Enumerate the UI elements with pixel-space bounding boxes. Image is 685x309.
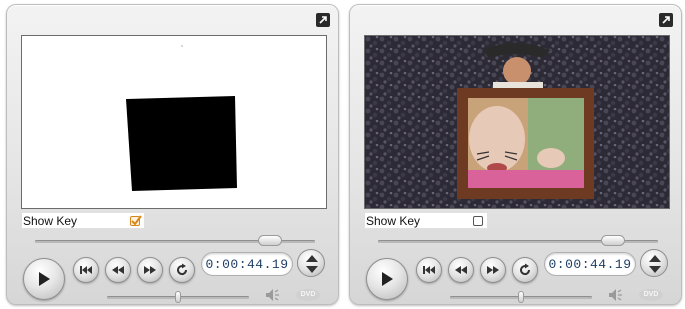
go-to-start-button[interactable] [73,257,99,283]
jog-button[interactable] [297,249,325,277]
volume-thumb[interactable] [175,291,181,303]
show-key-label: Show Key [366,213,421,228]
rewind-button[interactable] [448,257,474,283]
key-mask-preview [126,45,237,191]
volume-slider[interactable] [107,291,249,303]
video-frame-image [365,36,669,208]
loop-button[interactable] [512,257,538,283]
skip-to-start-icon [423,266,435,274]
play-icon [39,272,50,286]
show-key-checkbox[interactable] [130,214,142,226]
skip-to-start-icon [80,266,92,274]
expand-icon[interactable] [659,13,673,27]
preview-screen [364,35,670,209]
play-button[interactable] [366,258,408,300]
player-right: Show Key 0:00:44.19 DVD [349,4,682,305]
up-down-arrows-icon [649,255,661,273]
show-key-label: Show Key [23,213,78,228]
preview-screen [21,35,327,209]
dvd-badge: DVD [296,289,320,301]
show-key-control[interactable]: Show Key [364,212,488,229]
rewind-button[interactable] [105,257,131,283]
show-key-control[interactable]: Show Key [21,212,145,229]
loop-button[interactable] [169,257,195,283]
speaker-icon[interactable] [265,288,281,307]
rewind-icon [455,266,467,274]
fast-forward-button[interactable] [137,257,163,283]
rewind-icon [112,266,124,274]
show-key-checkbox[interactable] [473,215,483,226]
fast-forward-icon [487,266,499,274]
timecode-display[interactable]: 0:00:44.19 [201,252,293,276]
dvd-badge: DVD [639,289,663,301]
go-to-start-button[interactable] [416,257,442,283]
loop-icon [177,263,188,276]
checkmark-icon [131,214,142,226]
volume-thumb[interactable] [518,291,524,303]
up-down-arrows-icon [306,255,318,273]
scrubber-track[interactable] [35,235,315,246]
volume-slider[interactable] [450,291,592,303]
scrubber-track[interactable] [378,235,658,246]
loop-icon [520,263,531,276]
timecode-display[interactable]: 0:00:44.19 [544,252,636,276]
fast-forward-button[interactable] [480,257,506,283]
scrubber-thumb[interactable] [601,235,626,246]
player-left: Show Key 0:00:44.19 DVD [6,4,339,305]
jog-button[interactable] [640,249,668,277]
speaker-icon[interactable] [608,288,624,307]
scrubber-thumb[interactable] [258,235,283,246]
play-icon [382,272,393,286]
play-button[interactable] [23,258,65,300]
expand-icon[interactable] [316,13,330,27]
fast-forward-icon [144,266,156,274]
